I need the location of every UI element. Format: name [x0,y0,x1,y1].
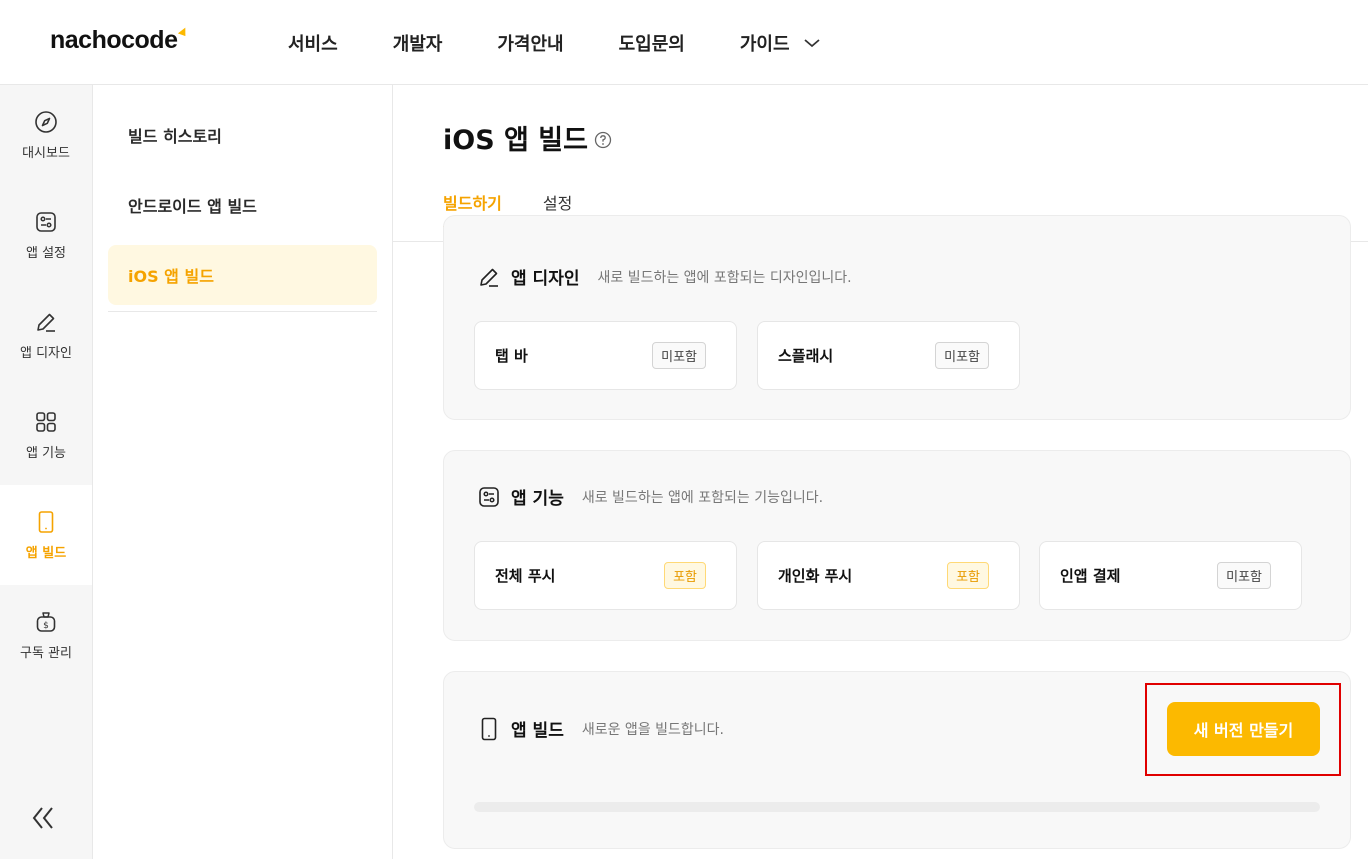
subnav-ios-build[interactable]: iOS 앱 빌드 [108,245,377,305]
feature-card-all-push[interactable]: 전체 푸시 포함 [474,541,737,610]
section-header: 앱 기능 새로 빌드하는 앱에 포함되는 기능입니다. [477,484,823,509]
feature-card-in-app-payment[interactable]: 인앱 결제 미포함 [1039,541,1302,610]
rail-label: 앱 빌드 [25,545,67,561]
money-bag-icon: $ [36,611,56,632]
rail-item-app-design[interactable]: 앱 디자인 [0,285,92,385]
design-card-tabbar[interactable]: 탭 바 미포함 [474,321,737,390]
rail-item-subscription[interactable]: $ 구독 관리 [0,585,92,685]
svg-text:$: $ [43,621,49,631]
status-badge: 미포함 [935,342,989,369]
card-name: 개인화 푸시 [778,567,853,585]
pen-icon [37,313,55,332]
section-desc: 새로 빌드하는 앱에 포함되는 디자인입니다. [597,269,852,286]
section-header: 앱 빌드 새로운 앱을 빌드합니다. [477,716,724,741]
feature-card-personal-push[interactable]: 개인화 푸시 포함 [757,541,1020,610]
divider [108,311,377,312]
rail-label: 대시보드 [22,145,70,161]
icon-rail: 대시보드 앱 설정 앱 디자인 앱 기능 앱 빌드 $ 구독 관리 [0,85,93,859]
section-title: 앱 기능 [511,489,564,509]
logo[interactable]: nachocode [50,25,189,55]
nav-pricing[interactable]: 가격안내 [497,30,563,56]
status-badge: 미포함 [652,342,706,369]
rail-item-app-features[interactable]: 앱 기능 [0,385,92,485]
nav-guide[interactable]: 가이드 [740,30,820,56]
card-name: 전체 푸시 [495,567,556,585]
card-name: 스플래시 [778,347,834,365]
settings-toggle-icon [36,211,56,232]
subnav-build-history[interactable]: 빌드 히스토리 [108,105,377,165]
grid-icon [36,411,56,432]
rail-label: 구독 관리 [20,645,72,661]
logo-mark [178,25,189,37]
main-nav: 서비스 개발자 가격안내 도입문의 가이드 [288,30,875,56]
rail-item-dashboard[interactable]: 대시보드 [0,85,92,185]
new-version-button[interactable]: 새 버전 만들기 [1167,702,1320,756]
design-card-splash[interactable]: 스플래시 미포함 [757,321,1020,390]
rail-label: 앱 설정 [25,245,66,261]
main-content: iOS 앱 빌드 빌드하기 설정 앱 디자인 새로 빌드하는 앱에 포함되는 디… [393,85,1368,859]
rail-label: 앱 기능 [25,445,66,461]
status-badge: 미포함 [1217,562,1271,589]
section-app-design: 앱 디자인 새로 빌드하는 앱에 포함되는 디자인입니다. 탭 바 미포함 스플… [443,215,1351,420]
section-title: 앱 디자인 [511,269,580,289]
rail-label: 앱 디자인 [20,345,72,361]
pen-icon [480,268,498,287]
section-desc: 새로 빌드하는 앱에 포함되는 기능입니다. [581,489,824,506]
double-chevron-left-icon[interactable] [30,803,56,833]
compass-icon [35,110,57,133]
sub-sidebar: 빌드 히스토리 안드로이드 앱 빌드 iOS 앱 빌드 [93,85,393,859]
top-header: nachocode 서비스 개발자 가격안내 도입문의 가이드 [0,0,1368,85]
phone-icon [481,717,497,740]
section-desc: 새로운 앱을 빌드합니다. [581,721,724,738]
section-title: 앱 빌드 [511,721,564,741]
card-name: 탭 바 [495,347,528,365]
help-icon[interactable] [594,131,612,149]
chevron-down-icon [803,39,820,48]
subnav-android-build[interactable]: 안드로이드 앱 빌드 [108,175,377,235]
page-title: iOS 앱 빌드 [443,118,612,157]
status-badge: 포함 [664,562,706,589]
rail-item-app-settings[interactable]: 앱 설정 [0,185,92,285]
nav-inquiry[interactable]: 도입문의 [619,30,685,56]
build-progress-bar [474,802,1320,812]
section-header: 앱 디자인 새로 빌드하는 앱에 포함되는 디자인입니다. [477,264,852,289]
settings-toggle-icon [479,486,499,507]
phone-icon [38,510,54,533]
rail-item-app-build[interactable]: 앱 빌드 [0,485,92,585]
section-app-features: 앱 기능 새로 빌드하는 앱에 포함되는 기능입니다. 전체 푸시 포함 개인화… [443,450,1351,641]
nav-developer[interactable]: 개발자 [393,30,443,56]
card-name: 인앱 결제 [1060,567,1121,585]
status-badge: 포함 [947,562,989,589]
nav-service[interactable]: 서비스 [288,30,338,56]
